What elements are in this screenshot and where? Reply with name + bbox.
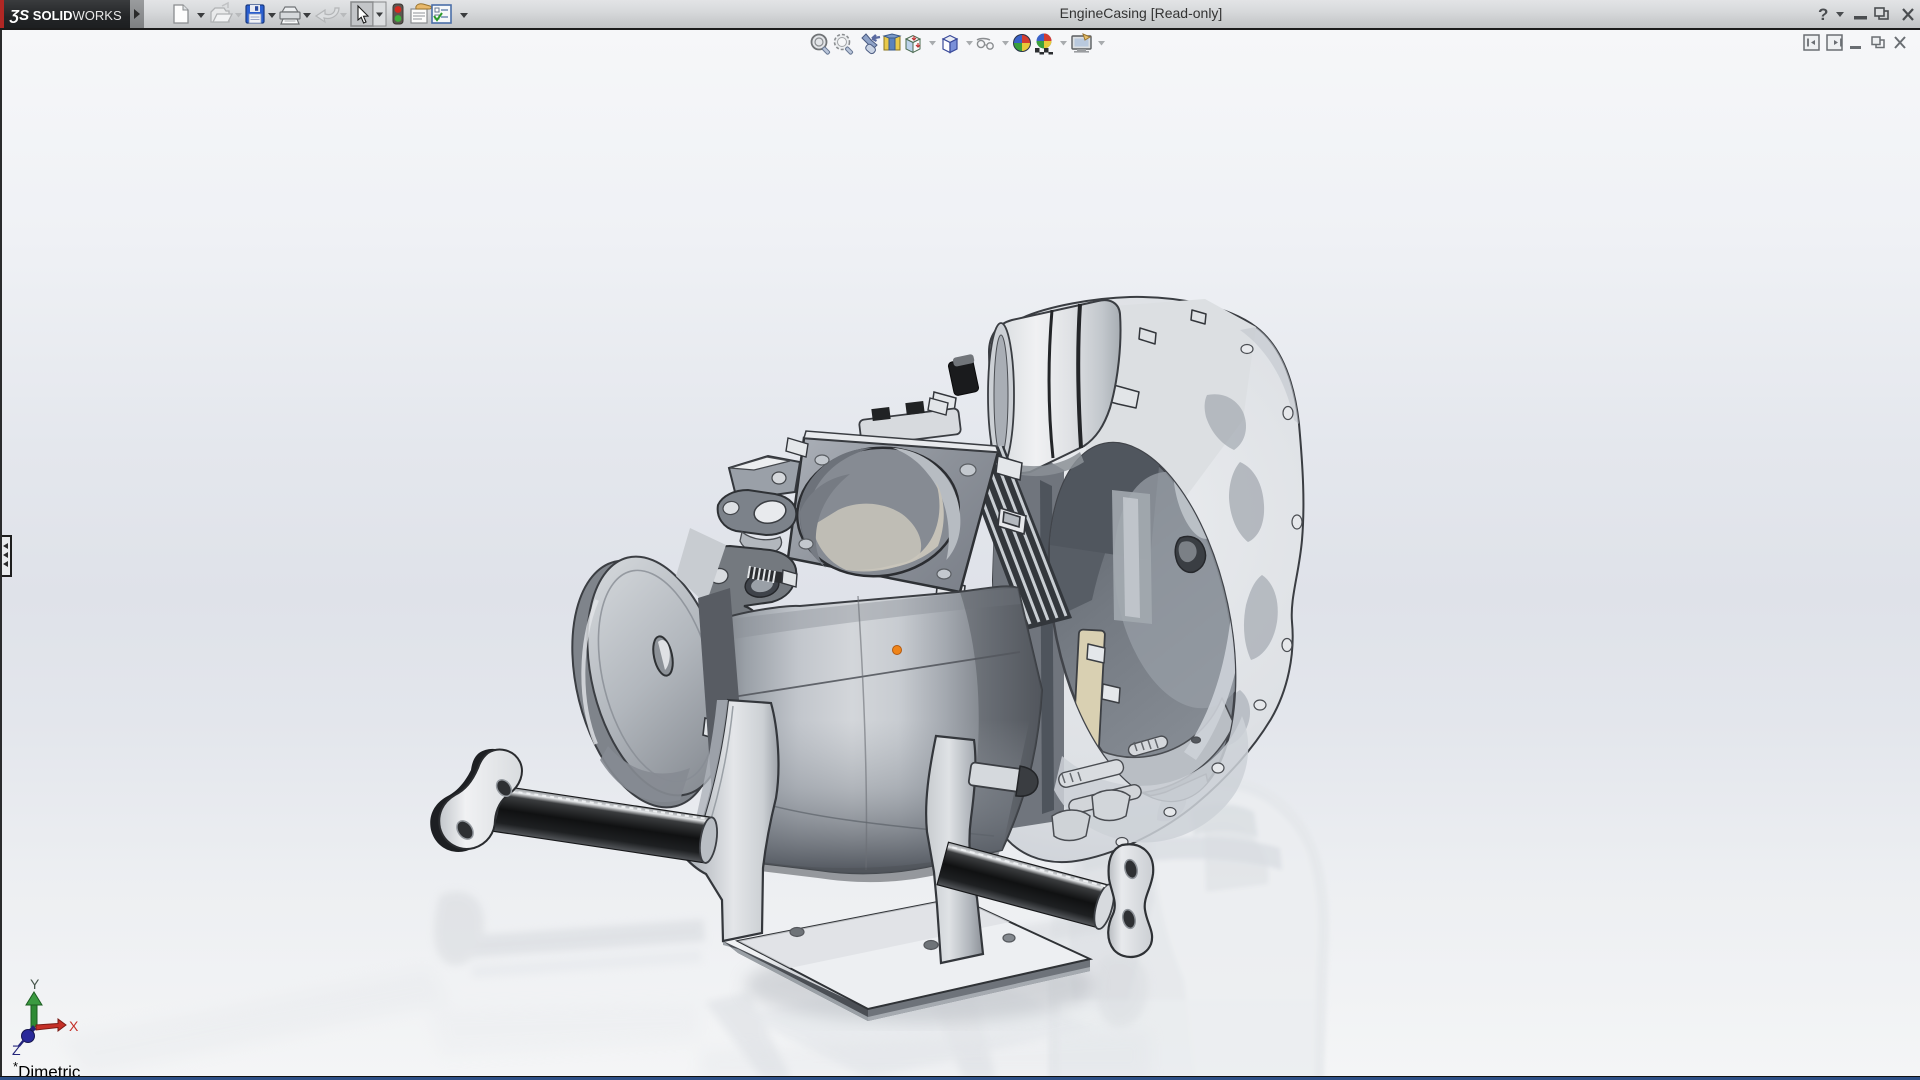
svg-text:X: X — [69, 1018, 79, 1034]
svg-text:Z: Z — [12, 1042, 21, 1055]
svg-text:Y: Y — [30, 976, 40, 992]
